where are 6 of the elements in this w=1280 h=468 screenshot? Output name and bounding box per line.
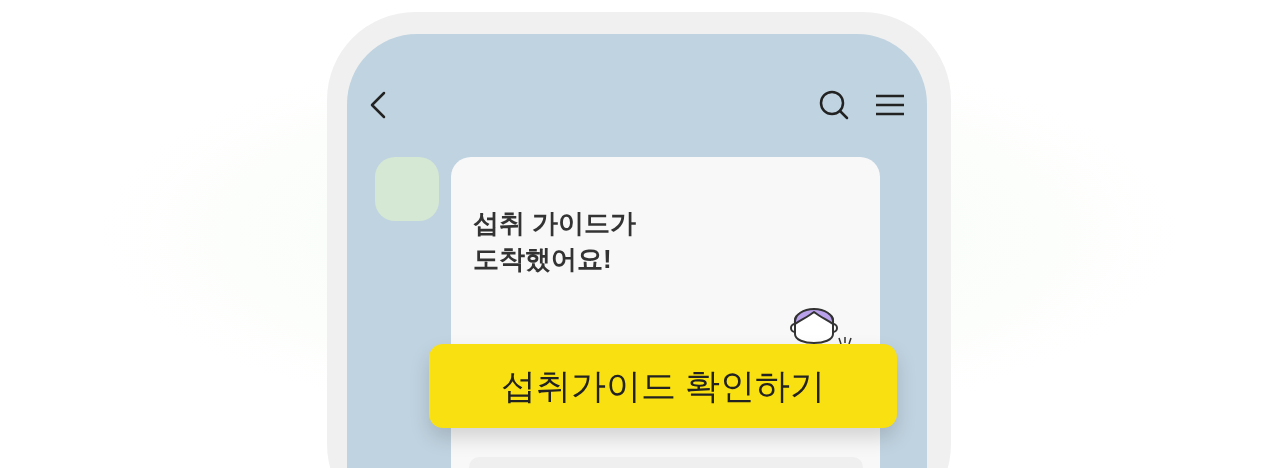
check-guide-button[interactable]: 섭취가이드 확인하기 <box>429 344 897 428</box>
menu-icon[interactable] <box>875 94 905 116</box>
back-icon[interactable] <box>369 91 387 119</box>
message-title: 도착했어요! <box>473 243 613 276</box>
message-title: 섭취 가이드가 <box>473 207 638 240</box>
search-icon[interactable] <box>819 90 849 120</box>
